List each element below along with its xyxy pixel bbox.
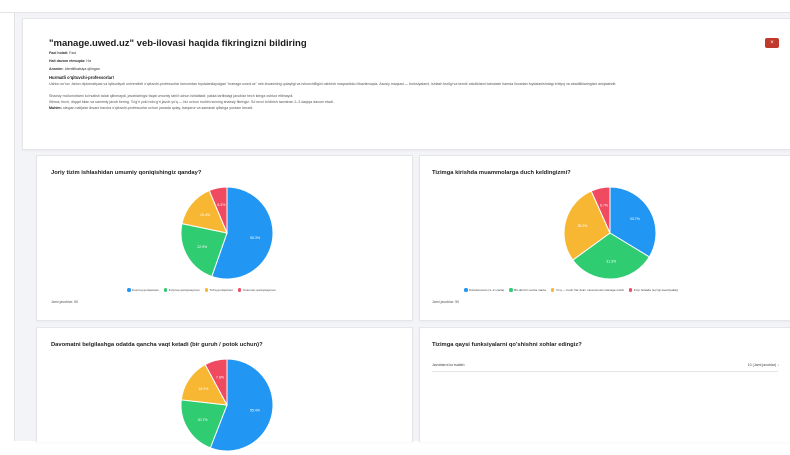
question-card-1: Joriy tizim ishlashidan umumiy qoniqishi… [36, 155, 413, 321]
pie-slice-label-4: 6.7% [600, 203, 608, 207]
status-label: Faol holati: [49, 51, 69, 55]
pie-slice-label-2: 20.7% [198, 418, 208, 422]
legend-label: Ko'proq qoniqaman [132, 288, 159, 292]
legend-label: Umuman qoniqmayman [242, 288, 276, 292]
question-title-3: Davomatni belgilashga odatda qancha vaqt… [51, 342, 263, 348]
close-icon: × [770, 40, 774, 46]
important-note: Muhim: olingan natijalar ilovani barcha … [49, 106, 769, 111]
pie-chart-3: 55.4% 20.7% 15.2% 7.8% [180, 358, 274, 452]
pie-slice-label-3: 15.2% [198, 387, 208, 391]
pie-slice-label-2: 22.9% [197, 245, 207, 249]
pie-slice-label-2: 31.3% [606, 260, 616, 264]
question-card-3: Davomatni belgilashga odatda qancha vaqt… [36, 327, 413, 452]
intro-paragraph-2: Shaxsiy ma'lumotlarni ko'rsatish talab q… [49, 94, 294, 98]
chart-legend-2: Kamdan-kam (1–2 marta) Bir-ikki bir necha… [464, 288, 678, 292]
legend-item[interactable]: Ko'proq qoniqmayman [163, 288, 200, 292]
legend-swatch [509, 288, 513, 292]
question-card-2: Tizimga kirishda muammolarga duch keldin… [419, 155, 790, 321]
anonymity-label: Anonim: [49, 67, 64, 71]
in-progress-value: Ha [86, 59, 91, 63]
question-title-4: Tizimga qaysi funksiyalarni qo'shishni x… [432, 342, 582, 348]
total-responses-2: Jami javoblar: 50 [432, 300, 460, 304]
pie-slice-label-1: 55.4% [250, 408, 260, 412]
important-text: olingan natijalar ilovani barcha o'qituv… [62, 106, 254, 110]
legend-swatch [127, 288, 131, 292]
legend-swatch [550, 288, 555, 292]
legend-item[interactable]: Umuman qoniqmayman [237, 288, 276, 292]
pie-slice-label-1: 33.7% [630, 217, 640, 221]
status-value: Faol [69, 51, 77, 55]
survey-header-card: "manage.uwed.uz" veb-ilovasi haqida fikr… [22, 18, 790, 150]
legend-label: Bir-ikki bir necha marta [514, 288, 546, 292]
legend-label: Ko'proq qoniqmayman [168, 288, 200, 292]
pie-slice-label-1: 55.3% [250, 236, 260, 240]
anonymity-row: Anonim: Identifikatsiya qilingan [49, 67, 100, 71]
legend-label: Kamdan-kam (1–2 marta) [469, 288, 505, 292]
legend-item[interactable]: Ko'p holatda (so'ngi savoliyatlar) [628, 288, 679, 292]
legend-swatch [163, 288, 168, 292]
legend-swatch [464, 288, 468, 292]
pie-slice-label-3: 28.3% [577, 224, 587, 228]
greeting: Hurmatli o'qituvchi-professorlar! [49, 75, 114, 80]
important-label: Muhim: [49, 106, 62, 110]
legend-item[interactable]: Kamdan-kam (1–2 marta) [464, 288, 504, 292]
legend-label: To'liq qoniqaman [209, 288, 233, 292]
legend-label: Yo'q — hech har doim muammosiz ulanaga o… [555, 288, 624, 292]
pie-slice-label-4: 7.8% [216, 376, 224, 380]
chart-legend-1: Ko'proq qoniqaman Ko'proq qoniqmayman To'l… [127, 288, 276, 292]
anonymity-value: Identifikatsiya qilingan [64, 67, 100, 71]
question-title-1: Joriy tizim ishlashidan umumiy qoniqishi… [51, 170, 202, 176]
table-header-label: Javoblarni ko'rsatish [432, 363, 465, 367]
pie-slice-label-4: 6.3% [217, 203, 225, 207]
close-button[interactable]: × [765, 38, 779, 48]
in-progress-label: Hali davom etmoqda: [49, 59, 86, 63]
legend-item[interactable]: Yo'q — hech har doim muammosiz ulanaga o… [550, 288, 624, 292]
status-row: Faol holati: Faol [49, 51, 76, 55]
question-title-2: Tizimga kirishda muammolarga duch keldin… [432, 170, 571, 176]
question-card-4: Tizimga qaysi funksiyalarni qo'shishni x… [419, 327, 790, 442]
intro-paragraph-3: Iltimos, tinch, diqqat bilan va samimiy … [49, 100, 334, 104]
table-count[interactable]: 10 (Jami javoblar) ↓ [748, 363, 779, 367]
pie-slice-label-3: 15.4% [200, 213, 210, 217]
survey-title: "manage.uwed.uz" veb-ilovasi haqida fikr… [49, 38, 307, 49]
legend-item[interactable]: Bir-ikki bir necha marta [509, 288, 546, 292]
pie-chart-2: 33.7% 31.3% 28.3% 6.7% [563, 186, 657, 280]
legend-swatch [237, 288, 242, 292]
table-divider [432, 371, 778, 372]
total-responses-1: Jami javoblar: 50 [51, 300, 79, 304]
legend-item[interactable]: To'liq qoniqaman [204, 288, 233, 292]
legend-label: Ko'p holatda (so'ngi savoliyatlar) [633, 288, 679, 292]
legend-swatch [628, 288, 633, 292]
in-progress-row: Hali davom etmoqda: Ha [49, 59, 91, 63]
legend-swatch [204, 288, 209, 292]
legend-item[interactable]: Ko'proq qoniqaman [127, 288, 159, 292]
intro-paragraph-1: Ushbu so'rov Jahon diplomatiyasi va iqti… [49, 82, 617, 86]
pie-chart-1: 55.3% 22.9% 15.4% 6.3% [180, 186, 274, 280]
